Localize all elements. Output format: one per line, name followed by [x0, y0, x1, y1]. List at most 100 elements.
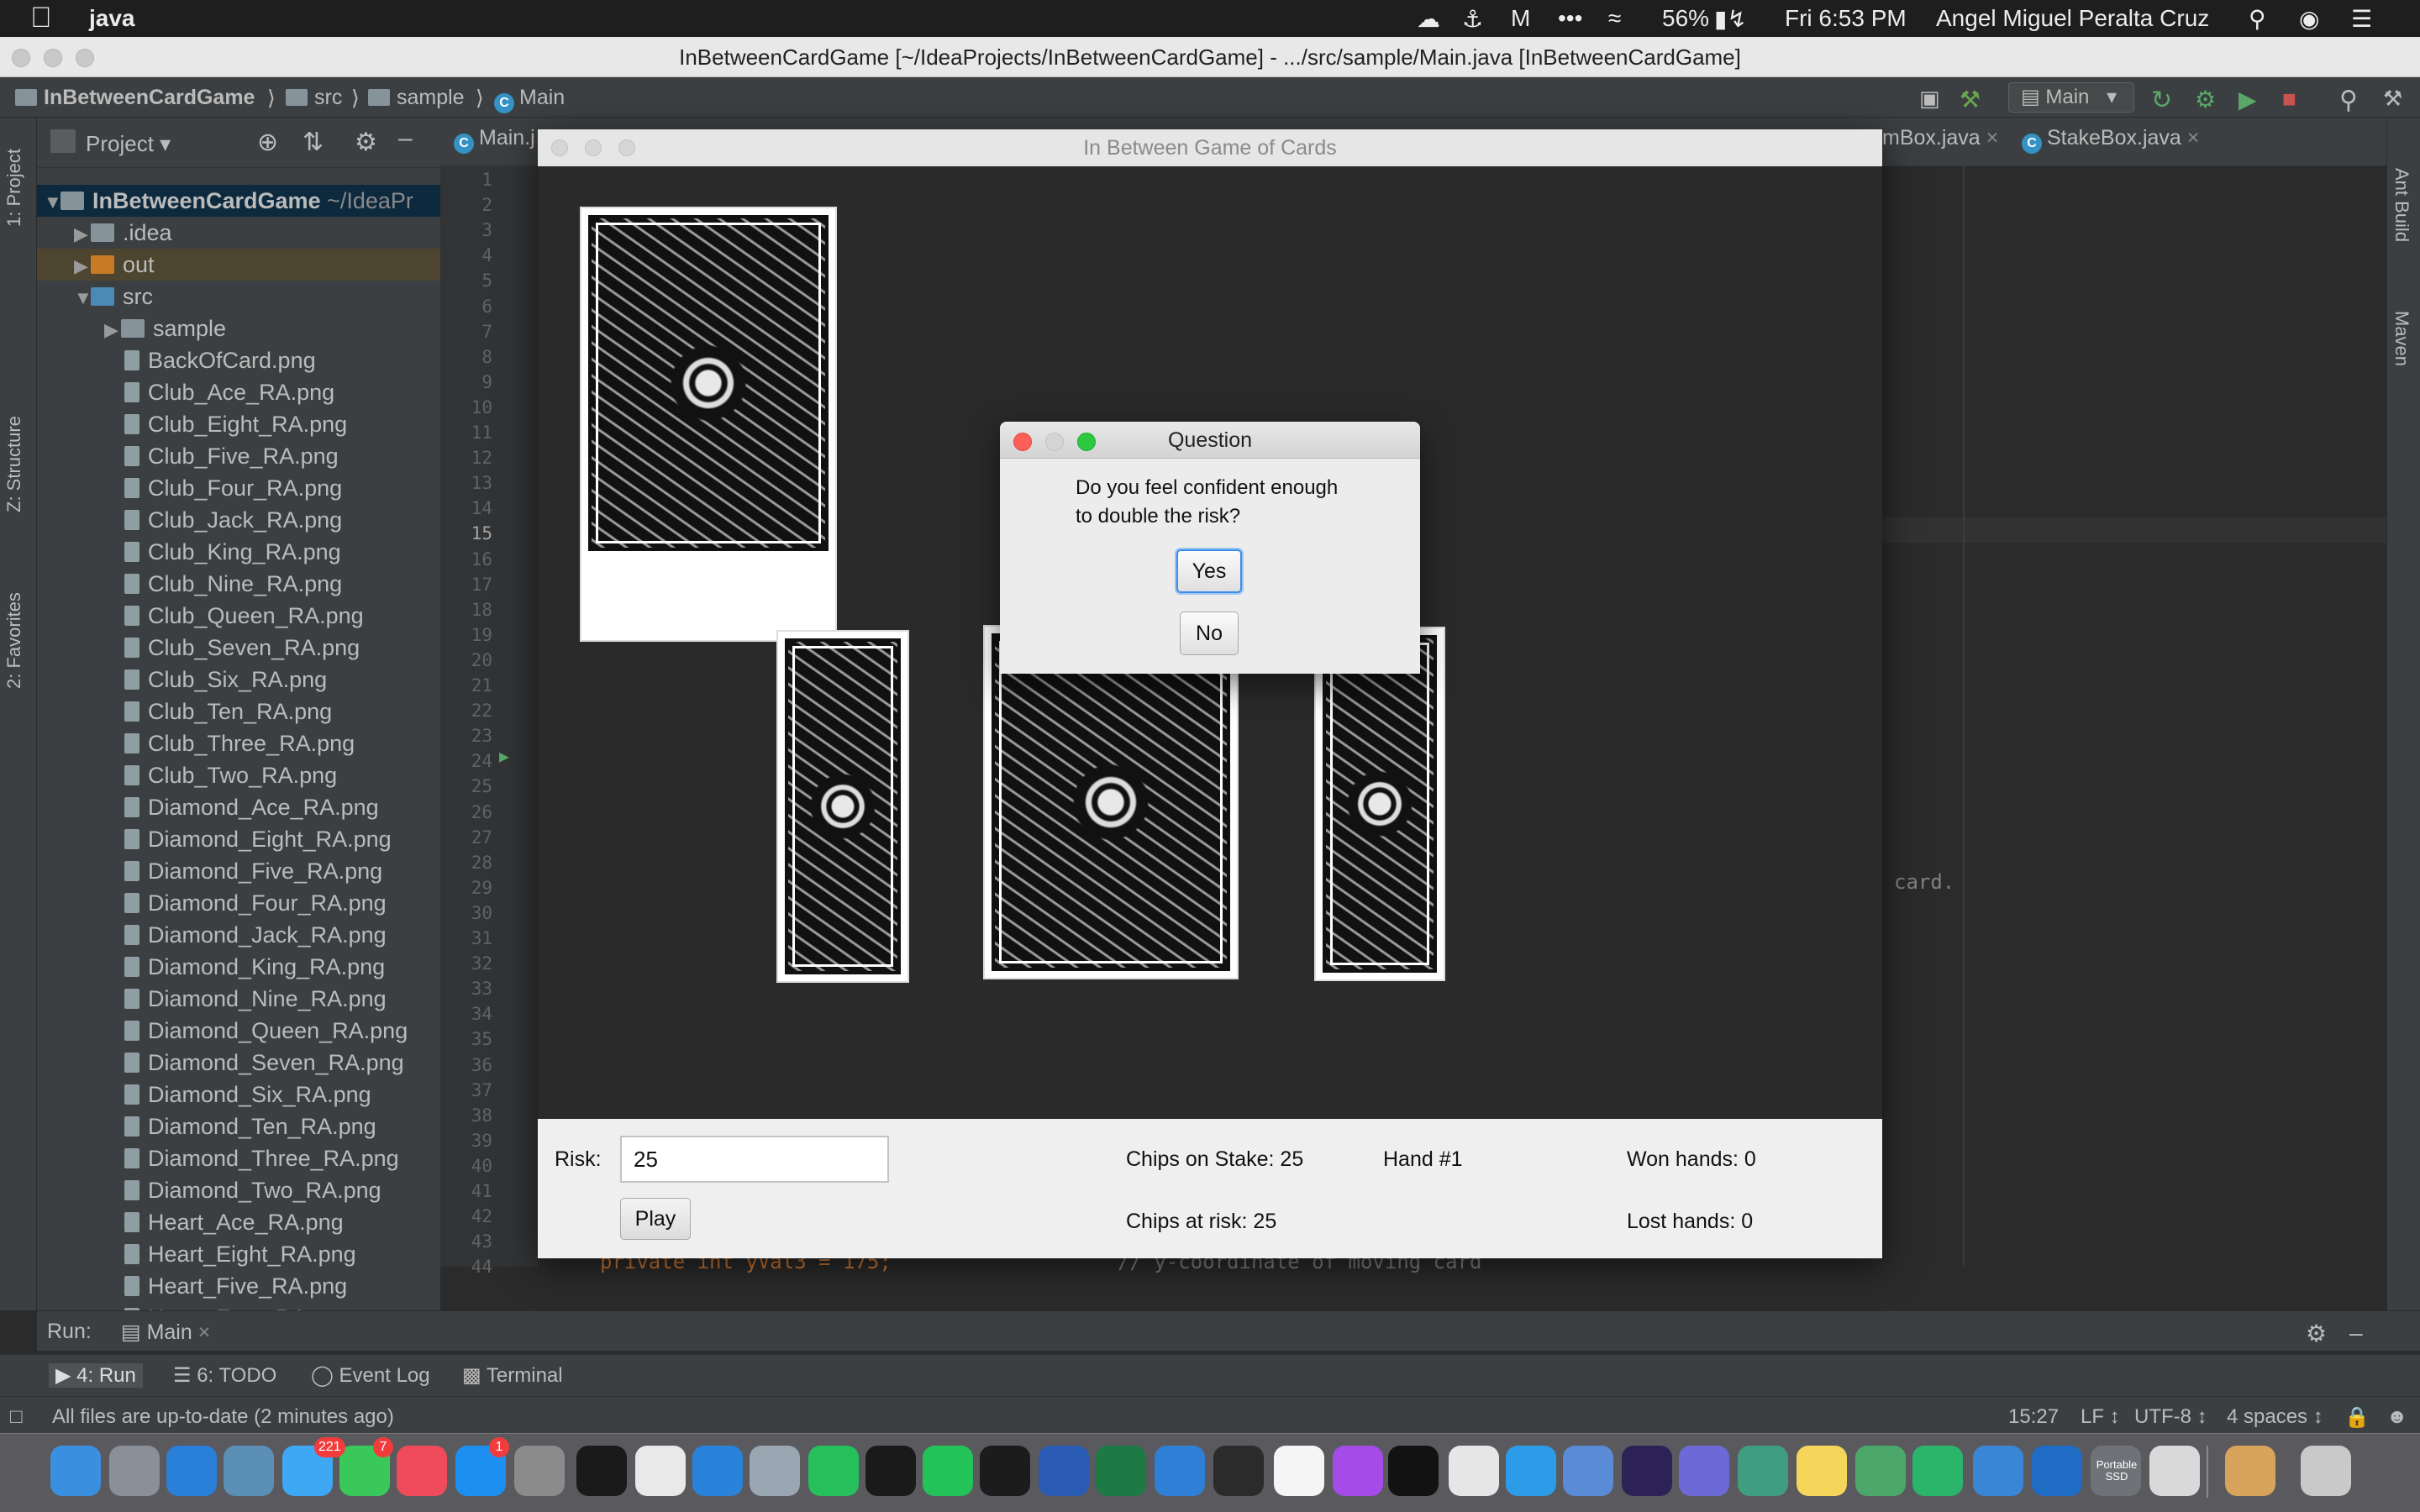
more-icon[interactable]: ••• — [1558, 5, 1582, 32]
cloud-icon[interactable]: ☁ — [1417, 5, 1440, 33]
tree-file[interactable]: Club_Seven_RA.png — [37, 632, 440, 664]
tab-mbox-java[interactable]: mBox.java × — [1882, 126, 1998, 150]
grammarly-icon[interactable] — [865, 1446, 916, 1496]
breadcrumb-class[interactable]: C Main — [494, 86, 565, 113]
xcode-tool-icon[interactable] — [1973, 1446, 2023, 1496]
tree-file[interactable]: Club_Six_RA.png — [37, 664, 440, 696]
tree-file[interactable]: Club_Nine_RA.png — [37, 568, 440, 600]
file-encoding[interactable]: UTF-8 ↕ — [2134, 1405, 2207, 1429]
docker-app-icon[interactable] — [1506, 1446, 1556, 1496]
tree-file[interactable]: Club_Ace_RA.png — [37, 376, 440, 408]
close-icon[interactable]: × — [198, 1320, 211, 1344]
bbedit-icon[interactable] — [1679, 1446, 1729, 1496]
news-icon[interactable] — [397, 1446, 447, 1496]
search-icon[interactable]: ⚲ — [2339, 86, 2358, 115]
docker-icon[interactable]: ⚓ — [1462, 5, 1483, 33]
intellij-icon[interactable] — [980, 1446, 1030, 1496]
indent-setting[interactable]: 4 spaces ↕ — [2227, 1405, 2323, 1429]
activity-monitor-icon[interactable] — [1213, 1446, 1264, 1496]
tree-root[interactable]: ▼ InBetweenCardGame ~/IdeaPr — [37, 185, 440, 217]
zoom-window-button[interactable] — [618, 139, 635, 156]
onedrive-icon[interactable] — [1155, 1446, 1205, 1496]
app-menu[interactable]: java — [89, 5, 135, 32]
tab-main-java[interactable]: C Main.j — [454, 126, 535, 154]
close-window-button[interactable] — [551, 139, 568, 156]
close-icon[interactable]: × — [1986, 126, 1999, 150]
script-editor-icon[interactable] — [2149, 1446, 2200, 1496]
debug-icon[interactable]: ⚙ — [2195, 86, 2216, 113]
music-icon[interactable] — [1274, 1446, 1324, 1496]
hide-panel-icon[interactable]: – — [2349, 1320, 2363, 1347]
caret-position[interactable]: 15:27 — [2008, 1405, 2059, 1429]
tree-file[interactable]: Club_Jack_RA.png — [37, 504, 440, 536]
tree-file[interactable]: Diamond_Queen_RA.png — [37, 1015, 440, 1047]
tree-folder-src[interactable]: ▼ src — [37, 281, 440, 312]
archive-icon[interactable] — [2225, 1446, 2275, 1496]
line-separator[interactable]: LF ↕ — [2081, 1405, 2120, 1429]
tree-file[interactable]: BackOfCard.png — [37, 344, 440, 376]
tree-file[interactable]: Club_Queen_RA.png — [37, 600, 440, 632]
tab-structure[interactable]: Z: Structure — [3, 416, 25, 512]
tree-folder-idea[interactable]: ▶ .idea — [37, 217, 440, 249]
tree-file[interactable]: Club_Four_RA.png — [37, 472, 440, 504]
tree-file[interactable]: Club_Ten_RA.png — [37, 696, 440, 727]
image-capture-icon[interactable] — [750, 1446, 800, 1496]
tree-file[interactable]: Diamond_Two_RA.png — [37, 1174, 440, 1206]
close-dialog-button[interactable] — [1013, 433, 1032, 451]
tree-file[interactable]: Diamond_Four_RA.png — [37, 887, 440, 919]
tree-file[interactable]: Diamond_Ace_RA.png — [37, 791, 440, 823]
stop-icon[interactable]: ■ — [2282, 86, 2296, 113]
expand-arrow-icon[interactable]: ▶ — [104, 314, 121, 346]
apple-tv-icon[interactable] — [1388, 1446, 1439, 1496]
wifi-icon[interactable]: ≈ — [1608, 5, 1621, 32]
qc-icon[interactable] — [1912, 1446, 1963, 1496]
tab-stakebox-java[interactable]: C StakeBox.java × — [2022, 126, 2199, 154]
tree-file[interactable]: Diamond_Six_RA.png — [37, 1079, 440, 1110]
tab-ant-build[interactable]: Ant Build — [2391, 168, 2412, 242]
breadcrumb-project[interactable]: InBetweenCardGame — [15, 86, 255, 110]
tree-file[interactable]: Club_Eight_RA.png — [37, 408, 440, 440]
close-icon[interactable]: × — [2187, 126, 2200, 150]
tree-folder-sample[interactable]: ▶ sample — [37, 312, 440, 344]
trash-icon[interactable] — [2301, 1446, 2351, 1496]
touch-icon[interactable] — [1449, 1446, 1499, 1496]
minimize-window-button[interactable] — [585, 139, 602, 156]
close-window-button[interactable] — [12, 49, 30, 67]
tree-file[interactable]: Diamond_Jack_RA.png — [37, 919, 440, 951]
tree-file[interactable]: Diamond_King_RA.png — [37, 951, 440, 983]
system-preferences-icon[interactable] — [514, 1446, 565, 1496]
rerun-icon[interactable]: ↻ — [2151, 86, 2172, 115]
word-icon[interactable] — [1039, 1446, 1089, 1496]
cloud-app-icon[interactable] — [1563, 1446, 1613, 1496]
tree-file[interactable]: Diamond_Ten_RA.png — [37, 1110, 440, 1142]
hide-panel-icon[interactable]: – — [398, 124, 413, 153]
yes-button[interactable]: Yes — [1176, 549, 1242, 593]
siri-icon[interactable]: ◉ — [2299, 5, 2319, 33]
play-button[interactable]: Play — [620, 1198, 691, 1240]
atom-icon[interactable] — [1738, 1446, 1788, 1496]
tool-event-log[interactable]: ◯ Event Log — [311, 1363, 430, 1388]
battery-icon[interactable]: ▮↯ — [1714, 5, 1747, 33]
no-button[interactable]: No — [1180, 612, 1239, 655]
run-tab-main[interactable]: ▤ Main × — [121, 1320, 210, 1345]
status-message[interactable]: All files are up-to-date (2 minutes ago) — [52, 1405, 394, 1429]
expand-arrow-icon[interactable]: ▶ — [74, 250, 91, 282]
tool-todo[interactable]: ☰ 6: TODO — [173, 1363, 276, 1388]
pycharm-icon[interactable] — [923, 1446, 973, 1496]
xcode-icon[interactable] — [692, 1446, 743, 1496]
safari-icon[interactable] — [166, 1446, 217, 1496]
notification-center-icon[interactable]: ☰ — [2351, 5, 2372, 33]
expand-arrow-icon[interactable]: ▼ — [74, 282, 92, 314]
spotlight-icon[interactable]: ⚲ — [2249, 5, 2266, 33]
coverage-icon[interactable]: ▶ — [2238, 86, 2257, 113]
breadcrumb-package[interactable]: sample — [368, 86, 465, 110]
terminal-app-icon[interactable] — [576, 1446, 627, 1496]
layout-icon[interactable]: ▣ — [1919, 86, 1940, 112]
android-studio-icon[interactable] — [1855, 1446, 1906, 1496]
launchpad-icon[interactable] — [109, 1446, 160, 1496]
tool-run[interactable]: ▶ 4: Run — [49, 1363, 143, 1388]
zoom-dialog-button[interactable] — [1077, 433, 1096, 451]
build-icon[interactable]: ⚒ — [1960, 86, 1981, 113]
lock-icon[interactable]: 🔒 — [2344, 1405, 2370, 1430]
zoom-window-button[interactable] — [76, 49, 94, 67]
